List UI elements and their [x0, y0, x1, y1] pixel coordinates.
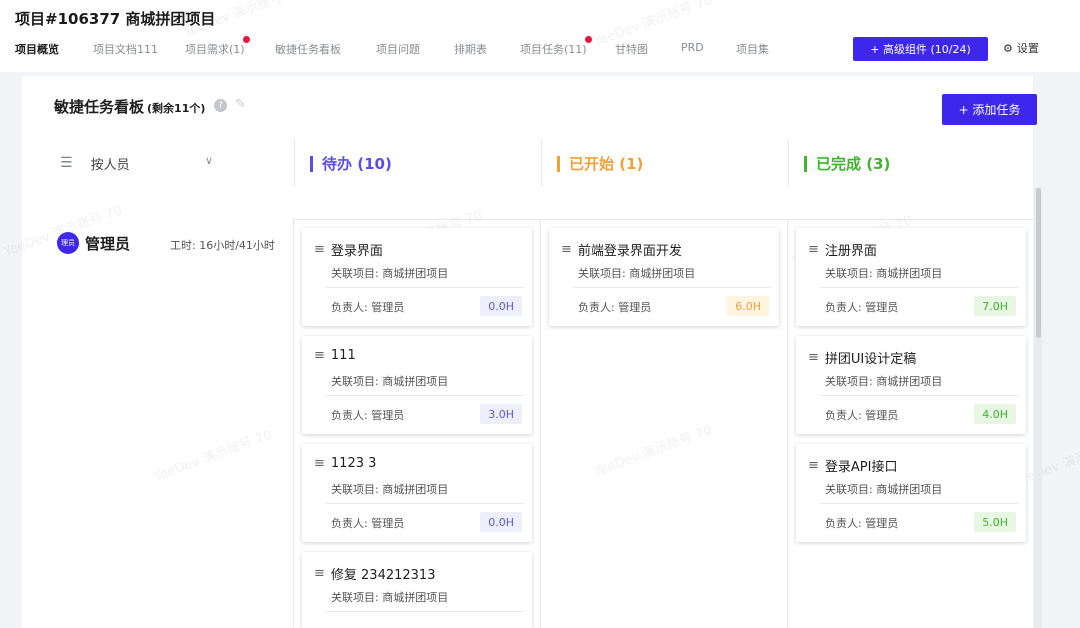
gear-icon: ⚙ [1003, 41, 1013, 55]
edit-icon[interactable]: ✎ [235, 97, 246, 112]
card-title: 1123 3 [330, 456, 377, 471]
tab-tasks[interactable]: 项目任务(11) [520, 36, 592, 57]
column-divider [540, 219, 541, 628]
card-divider [326, 611, 524, 612]
card-project: 关联项目: 商城拼团项目 [331, 591, 449, 604]
card-title: 注册界面 [824, 244, 877, 259]
drag-handle-icon[interactable]: ≡ [808, 458, 819, 473]
drag-handle-icon[interactable]: ≡ [808, 350, 819, 365]
card-title: 111 [330, 348, 356, 363]
card-title: 修复 234212313 [330, 568, 436, 583]
notification-dot [242, 36, 250, 43]
column-color-bar [557, 155, 560, 172]
hours-badge: 0.0H [480, 296, 522, 316]
settings-button[interactable]: ⚙ 设置 [1003, 40, 1039, 56]
card-divider [820, 395, 1018, 396]
board-title: 敏捷任务看板 (剩余11个) [54, 98, 206, 116]
card-owner: 负责人: 管理员 [825, 301, 899, 314]
user-row: 理员 管理员 [57, 232, 130, 254]
add-task-button[interactable]: + 添加任务 [942, 94, 1037, 125]
column-divider [787, 219, 788, 628]
card-divider [820, 503, 1018, 504]
card-project: 关联项目: 商城拼团项目 [331, 267, 449, 280]
settings-label: 设置 [1016, 42, 1039, 55]
card-project: 关联项目: 商城拼团项目 [825, 375, 943, 388]
column-header-done: 已完成 (3) [804, 153, 890, 174]
card-divider [573, 287, 771, 288]
tab-issues[interactable]: 项目问题 [376, 41, 420, 57]
drag-handle-icon[interactable]: ≡ [314, 566, 325, 581]
task-card[interactable]: ≡ 注册界面 关联项目: 商城拼团项目 负责人: 管理员 7.0H [796, 228, 1026, 326]
task-card[interactable]: ≡ 前端登录界面开发 关联项目: 商城拼团项目 负责人: 管理员 6.0H [549, 228, 779, 326]
drag-handle-icon[interactable]: ≡ [314, 456, 325, 471]
tab-requirements[interactable]: 项目需求(1) [185, 36, 250, 57]
column-header-started: 已开始 (1) [557, 153, 643, 174]
avatar: 理员 [57, 232, 79, 254]
task-card[interactable]: ≡ 111 关联项目: 商城拼团项目 负责人: 管理员 3.0H [302, 336, 532, 434]
task-card[interactable]: ≡ 登录界面 关联项目: 商城拼团项目 负责人: 管理员 0.0H [302, 228, 532, 326]
drag-handle-icon[interactable]: ≡ [808, 242, 819, 257]
card-owner: 负责人: 管理员 [578, 301, 652, 314]
card-divider [326, 503, 524, 504]
column-divider [293, 219, 294, 628]
task-card[interactable]: ≡ 拼团UI设计定稿 关联项目: 商城拼团项目 负责人: 管理员 4.0H [796, 336, 1026, 434]
card-owner: 负责人: 管理员 [825, 409, 899, 422]
card-title: 登录界面 [330, 244, 383, 259]
card-project: 关联项目: 商城拼团项目 [825, 483, 943, 496]
card-divider [326, 287, 524, 288]
project-title: 项目#106377 商城拼团项目 [15, 10, 216, 28]
tab-overview[interactable]: 项目概览 [15, 41, 59, 57]
tab-agile-board[interactable]: 敏捷任务看板 [275, 41, 341, 57]
chevron-down-icon: ∨ [205, 154, 214, 167]
card-project: 关联项目: 商城拼团项目 [578, 267, 696, 280]
card-divider [820, 287, 1018, 288]
card-owner: 负责人: 管理员 [825, 517, 899, 530]
scrollbar-thumb[interactable] [1036, 188, 1041, 338]
task-card[interactable]: ≡ 登录API接口 关联项目: 商城拼团项目 负责人: 管理员 5.0H [796, 444, 1026, 542]
drag-handle-icon[interactable]: ≡ [561, 242, 572, 257]
card-project: 关联项目: 商城拼团项目 [331, 375, 449, 388]
tab-gantt[interactable]: 甘特图 [615, 41, 648, 57]
notification-dot [584, 36, 592, 43]
card-owner: 负责人: 管理员 [331, 409, 405, 422]
work-hours: 工时: 16小时/41小时 [170, 239, 275, 252]
hours-badge: 4.0H [974, 404, 1016, 424]
list-icon: ☰ [60, 155, 73, 171]
hours-badge: 6.0H [727, 296, 769, 316]
column-divider [294, 140, 295, 186]
tab-project-set[interactable]: 项目集 [736, 41, 769, 57]
tab-schedule[interactable]: 排期表 [454, 41, 487, 57]
column-divider [541, 140, 542, 186]
task-card[interactable]: ≡ 修复 234212313 关联项目: 商城拼团项目 [302, 552, 532, 628]
card-owner: 负责人: 管理员 [331, 301, 405, 314]
card-divider [326, 395, 524, 396]
hours-badge: 0.0H [480, 512, 522, 532]
column-color-bar [310, 155, 313, 172]
user-name: 管理员 [85, 234, 131, 253]
card-title: 前端登录界面开发 [577, 244, 682, 259]
column-header-todo: 待办 (10) [310, 153, 392, 174]
remaining-count: (剩余11个) [147, 102, 206, 115]
hours-badge: 5.0H [974, 512, 1016, 532]
card-project: 关联项目: 商城拼团项目 [825, 267, 943, 280]
column-color-bar [804, 155, 807, 172]
drag-handle-icon[interactable]: ≡ [314, 242, 325, 257]
hours-badge: 3.0H [480, 404, 522, 424]
hours-badge: 7.0H [974, 296, 1016, 316]
card-owner: 负责人: 管理员 [331, 517, 405, 530]
card-project: 关联项目: 商城拼团项目 [331, 483, 449, 496]
column-divider [788, 140, 789, 186]
group-by-select[interactable]: ☰ 按人员 ∨ [60, 152, 220, 174]
help-icon[interactable]: ? [214, 99, 227, 112]
tab-prd[interactable]: PRD [681, 41, 704, 54]
group-by-label: 按人员 [90, 157, 130, 173]
row-divider [294, 219, 1034, 220]
drag-handle-icon[interactable]: ≡ [314, 348, 325, 363]
task-card[interactable]: ≡ 1123 3 关联项目: 商城拼团项目 负责人: 管理员 0.0H [302, 444, 532, 542]
top-bar: 项目#106377 商城拼团项目 项目概览 项目文档111 项目需求(1) 敏捷… [0, 0, 1080, 72]
card-title: 拼团UI设计定稿 [824, 352, 917, 367]
tab-docs[interactable]: 项目文档111 [93, 41, 158, 57]
advanced-components-button[interactable]: + 高级组件 (10/24) [853, 37, 988, 61]
card-title: 登录API接口 [824, 460, 898, 475]
